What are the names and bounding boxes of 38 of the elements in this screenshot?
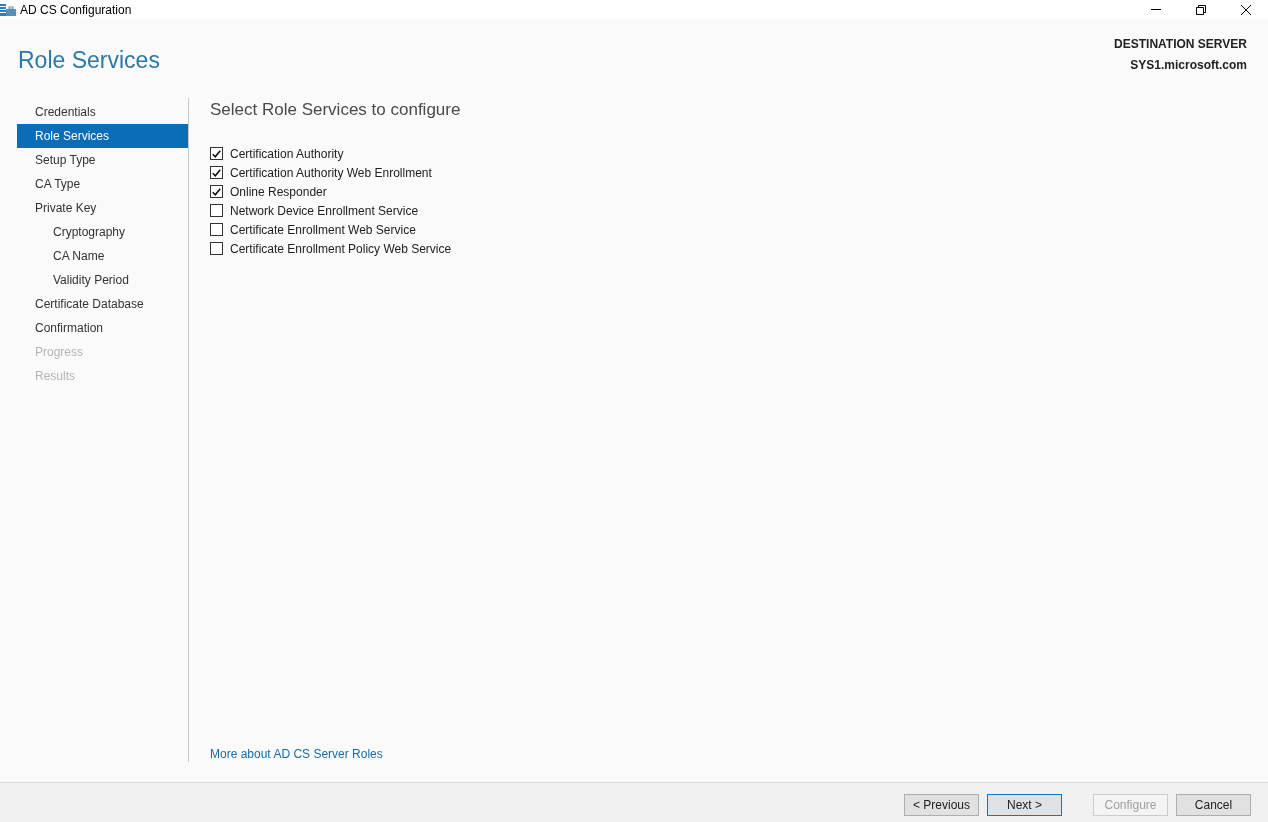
wizard-step[interactable]: Setup Type bbox=[17, 148, 188, 172]
wizard-button[interactable]: Next > bbox=[987, 794, 1062, 816]
checkbox-label: Certification Authority bbox=[230, 146, 344, 161]
destination-server-name: SYS1.microsoft.com bbox=[1130, 57, 1247, 74]
wizard-step[interactable]: CA Name bbox=[17, 244, 188, 268]
checkbox-label: Network Device Enrollment Service bbox=[230, 203, 419, 218]
app-icon bbox=[0, 2, 16, 17]
checkbox[interactable] bbox=[210, 166, 223, 179]
checkbox[interactable] bbox=[210, 147, 223, 160]
window-title: AD CS Configuration bbox=[20, 2, 132, 17]
wizard-step[interactable]: Confirmation bbox=[17, 316, 188, 340]
checkbox[interactable] bbox=[210, 242, 223, 255]
checkbox-label: Online Responder bbox=[230, 184, 327, 199]
checkbox-label: Certification Authority Web Enrollment bbox=[230, 165, 432, 180]
wizard-step[interactable]: Credentials bbox=[17, 100, 188, 124]
checkbox[interactable] bbox=[210, 223, 223, 236]
checkbox[interactable] bbox=[210, 185, 223, 198]
checkbox[interactable] bbox=[210, 204, 223, 217]
help-link[interactable]: More about AD CS Server Roles bbox=[210, 746, 383, 762]
restore-icon bbox=[1195, 4, 1206, 15]
minimize-icon bbox=[1150, 9, 1161, 10]
wizard-step[interactable]: Private Key bbox=[17, 196, 188, 220]
page-title: Role Services bbox=[18, 46, 160, 74]
close-icon bbox=[1240, 4, 1251, 15]
wizard-step[interactable]: Validity Period bbox=[17, 268, 188, 292]
wizard-step[interactable]: CA Type bbox=[17, 172, 188, 196]
wizard-step[interactable]: Certificate Database bbox=[17, 292, 188, 316]
wizard-button[interactable]: Cancel bbox=[1176, 794, 1251, 816]
destination-server-label: DESTINATION SERVER bbox=[1114, 36, 1247, 53]
checkbox-label: Certificate Enrollment Web Service bbox=[230, 222, 416, 237]
wizard-button[interactable]: < Previous bbox=[904, 794, 979, 816]
checkmark-icon bbox=[212, 168, 221, 177]
wizard-step[interactable]: Role Services bbox=[17, 124, 188, 148]
wizard-step[interactable]: Cryptography bbox=[17, 220, 188, 244]
checkmark-icon bbox=[212, 187, 221, 196]
checkbox-label: Certificate Enrollment Policy Web Service bbox=[230, 241, 452, 256]
checkmark-icon bbox=[212, 149, 221, 158]
section-heading: Select Role Services to configure bbox=[210, 100, 462, 120]
